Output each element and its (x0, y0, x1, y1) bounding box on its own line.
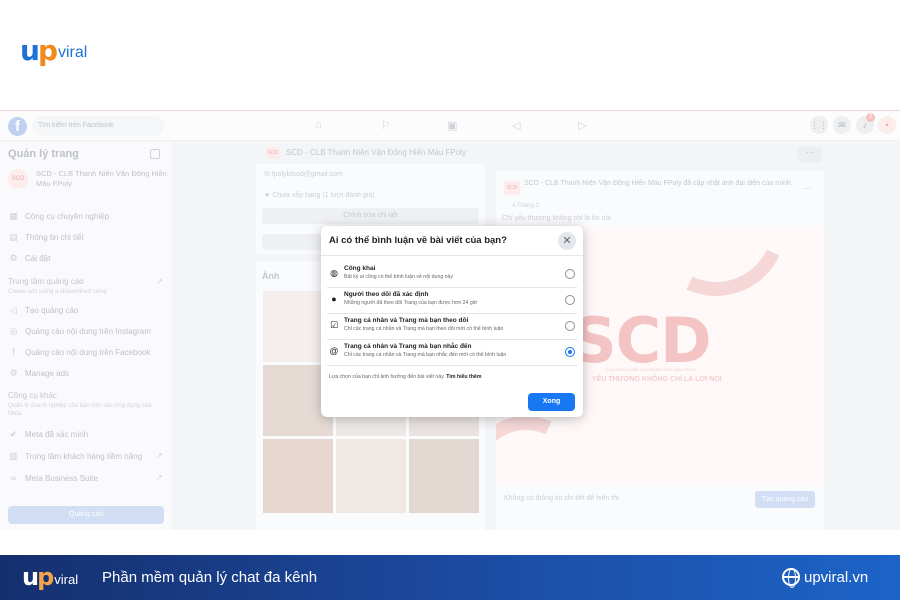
option-public[interactable]: ◍ Công khai Bất kỳ ai cũng có thể bình l… (327, 261, 577, 286)
brand-suffix: viral (57, 44, 88, 61)
option-description: Những người đã theo dõi Trang của bạn đư… (344, 300, 478, 306)
at-icon: @ (329, 346, 339, 356)
option-mentioned-profiles[interactable]: @ Trang cá nhân và Trang mà bạn nhắc đến… (327, 339, 577, 364)
globe-icon: ◍ (330, 268, 338, 278)
banner-logo-mark: up (22, 563, 54, 591)
radio-button[interactable] (565, 269, 575, 279)
dialog-divider (321, 255, 583, 256)
website-link[interactable]: upviral.vn (782, 568, 868, 588)
option-description: Chỉ các trang cá nhân và Trang mà bạn nh… (344, 352, 507, 358)
radio-button[interactable] (565, 321, 575, 331)
footer-banner: up viral Phần mềm quản lý chat đa kênh u… (0, 555, 900, 600)
dialog-title: Ai có thể bình luận về bài viết của bạn? (329, 235, 507, 246)
learn-more-link[interactable]: Tìm hiểu thêm (446, 374, 481, 380)
option-followers[interactable]: ● Người theo dõi đã xác định Những người… (327, 287, 577, 312)
option-description: Bất kỳ ai cũng có thể bình luận về nội d… (344, 274, 454, 280)
person-icon: ● (331, 294, 337, 304)
banner-logo: up viral (22, 563, 78, 591)
close-icon[interactable]: ✕ (558, 232, 576, 250)
brand-logo: up viral (20, 30, 87, 70)
banner-logo-suffix: viral (54, 572, 79, 587)
dialog-note: Lựa chọn của bạn chỉ ảnh hưởng đến bài v… (329, 374, 482, 380)
comment-audience-dialog: Ai có thể bình luận về bài viết của bạn?… (321, 226, 583, 417)
globe-icon (782, 568, 800, 588)
option-title: Công khai (344, 265, 376, 272)
radio-button[interactable] (565, 295, 575, 305)
option-followed-profiles[interactable]: ☑ Trang cá nhân và Trang mà bạn theo dõi… (327, 313, 577, 338)
option-title: Người theo dõi đã xác định (344, 291, 429, 298)
radio-button-selected[interactable] (565, 347, 575, 357)
option-title: Trang cá nhân và Trang mà bạn nhắc đến (344, 343, 472, 350)
option-divider (327, 365, 577, 366)
banner-tagline: Phần mềm quản lý chat đa kênh (102, 569, 318, 586)
option-description: Chỉ các trang cá nhân và Trang mà bạn th… (344, 326, 504, 332)
option-title: Trang cá nhân và Trang mà bạn theo dõi (344, 317, 469, 324)
checkbox-icon: ☑ (329, 320, 339, 330)
brand-mark: up (20, 33, 58, 67)
done-button[interactable]: Xong (528, 393, 575, 411)
